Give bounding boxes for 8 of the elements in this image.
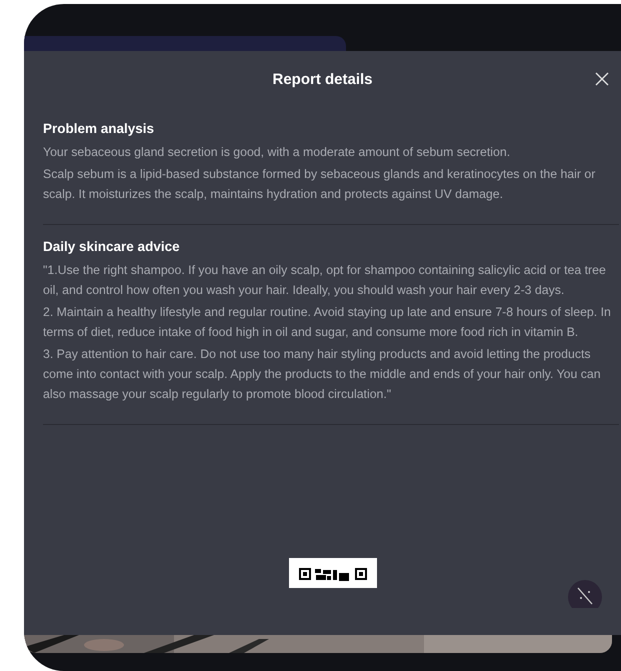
paragraph: Your sebaceous gland secretion is good, with a moderate amount of sebum secretion.	[43, 144, 512, 161]
paragraph: 3. Pay attention to hair care. Do not use too many hair styling products and avoid letting the products come into contact with your scalp. Apply the products to the middle and ends of your hair only. You can also massage your scalp regularly to promote blood circulation."	[43, 346, 602, 403]
section-heading: Problem analysis	[43, 121, 156, 136]
paragraph: Scalp sebum is a lipid-based substance formed by sebaceous glands and keratinocytes on the hair or scalp. It moisturizes the scalp, maintains hydration and protects against UV damage.	[43, 166, 596, 203]
paragraph: "1.Use the right shampoo. If you have an oily scalp, opt for shampoo containing salicylic acid or tea tree oil, and control how often you wash your hair. Ideally, you should wash your hair every 2-3 days.	[43, 262, 607, 299]
dialog-title: Report details	[272, 70, 373, 88]
section-heading: Daily skincare advice	[43, 239, 181, 254]
paragraph: 2. Maintain a healthy lifestyle and regular routine. Avoid staying up late and ensure 7-8 hours of sleep. In terms of diet, reduce intake of food high in oil and sugar, and consume more food rich in vitamin B.	[43, 304, 612, 341]
